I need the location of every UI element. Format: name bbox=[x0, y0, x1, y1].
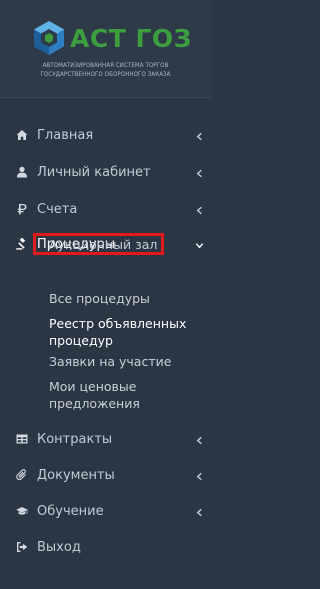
chevron-left-icon bbox=[195, 130, 205, 141]
chevron-left-icon bbox=[195, 167, 205, 178]
sidebar-item-contracts[interactable]: Контракты bbox=[0, 424, 211, 454]
submenu-label-line-2: предложения bbox=[49, 396, 140, 411]
logo[interactable]: АСТ ГОЗ bbox=[32, 18, 192, 58]
submenu-auction-hall[interactable]: Аукционный зал bbox=[49, 236, 157, 253]
home-icon bbox=[14, 127, 30, 143]
user-icon bbox=[14, 164, 30, 180]
sidebar-item-accounts[interactable]: Счета bbox=[0, 194, 211, 224]
tagline-line-1: Автоматизированная система торгов bbox=[42, 62, 169, 69]
submenu-label-line-2: процедур bbox=[49, 333, 113, 348]
submenu-my-price-offers[interactable]: Мои ценовые предложения bbox=[49, 378, 140, 412]
sidebar-item-personal-account[interactable]: Личный кабинет bbox=[0, 157, 211, 187]
sidebar-item-label: Личный кабинет bbox=[37, 164, 151, 180]
sidebar-item-label: Счета bbox=[37, 201, 78, 217]
sidebar-item-documents[interactable]: Документы bbox=[0, 460, 211, 490]
submenu-announced-procedures-registry[interactable]: Реестр объявленных процедур bbox=[49, 315, 186, 349]
tagline-line-2: государственного оборонного заказа bbox=[40, 71, 171, 78]
sidebar-item-logout[interactable]: Выход bbox=[0, 532, 211, 562]
brand-name: АСТ ГОЗ bbox=[70, 23, 192, 53]
sidebar-header: АСТ ГОЗ Автоматизированная система торго… bbox=[0, 0, 211, 98]
submenu-all-procedures[interactable]: Все процедуры bbox=[49, 290, 150, 307]
ruble-icon bbox=[14, 201, 30, 217]
submenu-participation-requests[interactable]: Заявки на участие bbox=[49, 353, 171, 370]
paperclip-icon bbox=[14, 467, 30, 483]
submenu-label-line-1: Реестр объявленных bbox=[49, 316, 187, 331]
gavel-icon bbox=[14, 236, 30, 252]
brand-tagline: Автоматизированная система торгов госуда… bbox=[6, 61, 205, 79]
sidebar-item-label: Обучение bbox=[37, 503, 104, 519]
logo-hexagon-icon bbox=[34, 21, 64, 55]
sidebar-item-label: Главная bbox=[37, 127, 94, 143]
submenu-label-line-1: Мои ценовые bbox=[49, 379, 137, 394]
table-icon bbox=[14, 431, 30, 447]
sidebar-item-label: Документы bbox=[37, 467, 115, 483]
sidebar-item-label: Контракты bbox=[37, 431, 113, 447]
sidebar-item-label: Выход bbox=[37, 539, 81, 555]
sidebar-item-training[interactable]: Обучение bbox=[0, 496, 211, 526]
chevron-left-icon bbox=[195, 506, 205, 517]
sign-out-icon bbox=[14, 539, 30, 555]
graduation-cap-icon bbox=[14, 503, 30, 519]
sidebar-item-home[interactable]: Главная bbox=[0, 120, 211, 150]
chevron-left-icon bbox=[195, 204, 205, 215]
chevron-left-icon bbox=[195, 434, 205, 445]
chevron-left-icon bbox=[195, 470, 205, 481]
chevron-down-icon bbox=[195, 239, 205, 249]
